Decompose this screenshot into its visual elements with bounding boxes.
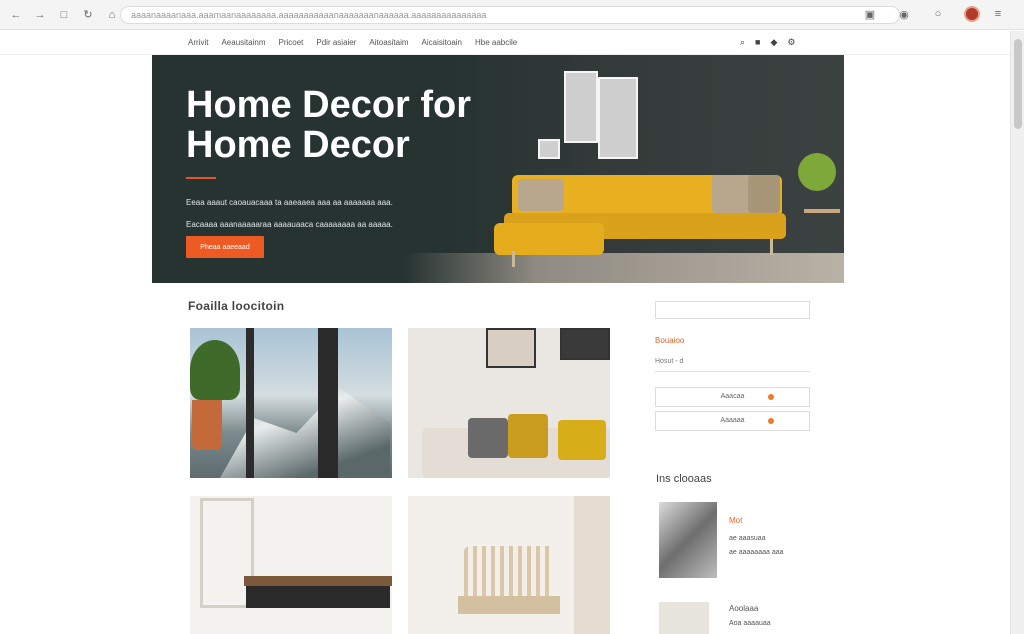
hero-description: Eeaa aaaut caoauacaaa ta aaeaaea aaa aa … <box>186 198 393 229</box>
sidebar-field[interactable]: Hosut - d <box>655 358 810 372</box>
settings-icon[interactable]: ⚙ <box>787 37 795 48</box>
scroll-thumb[interactable] <box>1014 39 1022 129</box>
sidebar-option-button[interactable]: Aaacaa <box>655 387 810 407</box>
section-title: Foailla loocitoin <box>188 299 285 313</box>
curtain <box>574 496 610 634</box>
menu-icon[interactable]: ≡ <box>990 6 1006 22</box>
cushion <box>508 414 548 458</box>
back-icon[interactable]: ← <box>8 7 24 23</box>
console-table <box>244 576 392 586</box>
cushion <box>558 420 606 460</box>
shield-icon[interactable]: ◉ <box>896 6 912 22</box>
account-icon[interactable]: ■ <box>755 37 760 48</box>
nav-link[interactable]: Pdir asiaier <box>316 38 356 47</box>
window-frame <box>246 328 254 478</box>
sidebar-option-label: Aaaaaa <box>720 417 745 424</box>
nav-icons: ⌕ ■ ◆ ⚙ <box>740 37 795 48</box>
home-icon[interactable]: ⌂ <box>104 7 120 23</box>
profile-avatar[interactable] <box>964 6 980 22</box>
recent-post-tag[interactable]: Aoolaaa <box>729 604 758 613</box>
sofa-leg <box>770 239 773 255</box>
nav-link[interactable]: Aeausitainm <box>221 38 265 47</box>
product-card[interactable] <box>408 496 610 634</box>
sidebar-title: Bouaioo <box>655 336 685 345</box>
rattan-chair-seat <box>458 596 560 614</box>
side-stool <box>804 209 840 213</box>
sidebar-recent-heading: Ins clooaas <box>656 473 712 485</box>
sofa-chaise <box>494 223 604 255</box>
forward-icon[interactable]: → <box>32 7 48 23</box>
option-dot-icon <box>768 394 774 400</box>
tab-icon[interactable]: □ <box>56 7 72 23</box>
plant-image <box>798 153 836 191</box>
hero-floor <box>404 253 844 283</box>
cushion <box>468 418 508 458</box>
nav-links: Arrivit Aeausitainm Pricoet Pdir asiaier… <box>188 38 517 47</box>
cart-icon[interactable]: ◆ <box>770 37 777 48</box>
recent-post-text: ae aaasuaa ae aaaaaaaa aaa <box>729 535 784 556</box>
wall-frame <box>486 328 536 368</box>
option-dot-icon <box>768 418 774 424</box>
hero-cta-button[interactable]: Pheaa aaeeaad <box>186 236 264 258</box>
address-bar[interactable]: aaaanaaaanaaa.aaamaanaaaaaaaa.aaaaaaaaaa… <box>120 6 900 24</box>
plant-pot <box>192 400 222 450</box>
wall-art <box>598 77 638 159</box>
nav-link[interactable]: Aicaisitoain <box>422 38 462 47</box>
nav-link[interactable]: Pricoet <box>278 38 303 47</box>
console-table-body <box>246 586 390 608</box>
nav-link[interactable]: Aitoasitaim <box>369 38 408 47</box>
recent-post-tag[interactable]: Mot <box>729 516 742 525</box>
wall-frame <box>560 328 610 360</box>
window-frame <box>318 328 338 478</box>
browser-toolbar: ← → □ ↻ ⌂ 🔒 aaaanaaaanaaa.aaamaanaaaaaaa… <box>0 0 1024 30</box>
recent-post-text: Aoa aaaauaa <box>729 620 771 627</box>
recent-post-thumbnail[interactable] <box>659 602 709 634</box>
reload-icon[interactable]: ↻ <box>80 7 96 23</box>
sidebar-search-input[interactable] <box>655 301 810 319</box>
hero-divider <box>186 177 216 179</box>
site-navbar: Arrivit Aeausitainm Pricoet Pdir asiaier… <box>0 31 1010 55</box>
recent-post-thumbnail[interactable] <box>659 502 717 578</box>
hero-banner: Home Decor for Home Decor Eeaa aaaut cao… <box>152 55 844 283</box>
bookmark-icon[interactable]: ○ <box>930 6 946 22</box>
hero-title: Home Decor for Home Decor <box>186 84 472 166</box>
pillow <box>748 175 780 213</box>
scrollbar[interactable] <box>1010 31 1024 634</box>
pillow <box>518 179 564 211</box>
sidebar-option-label: Aaacaa <box>720 393 745 400</box>
nav-link[interactable]: Arrivit <box>188 38 208 47</box>
wall-art <box>564 71 598 143</box>
product-card[interactable] <box>190 496 392 634</box>
product-card[interactable] <box>408 328 610 478</box>
product-card[interactable] <box>190 328 392 478</box>
extension-icon[interactable]: ▣ <box>862 6 878 22</box>
nav-link[interactable]: Hbe aabcile <box>475 38 517 47</box>
sidebar-option-button[interactable]: Aaaaaa <box>655 411 810 431</box>
search-icon[interactable]: ⌕ <box>740 37 745 48</box>
plant-leaves <box>190 340 240 400</box>
sofa-leg <box>512 251 515 267</box>
